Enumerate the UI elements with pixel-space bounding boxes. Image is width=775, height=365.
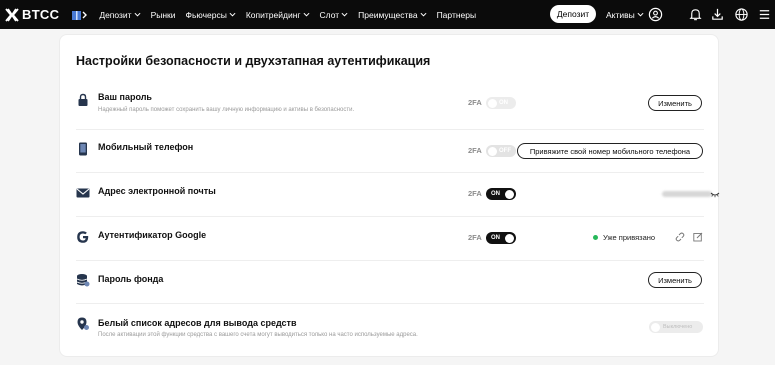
twofa-label: 2FA — [468, 233, 482, 242]
chevron-down-icon — [637, 12, 644, 17]
row-title: Адрес электронной почты — [98, 186, 216, 196]
menu-slot-label: Слот — [319, 9, 340, 20]
row-title: Ваш пароль — [98, 92, 152, 102]
twofa-label: 2FA — [468, 146, 482, 155]
globe-icon[interactable] — [734, 7, 749, 22]
menu-deposit[interactable]: Депозит — [99, 9, 141, 20]
security-settings-card: Настройки безопасности и двухэтапная аут… — [59, 34, 720, 357]
row-title: Пароль фонда — [98, 274, 164, 284]
assets-menu[interactable]: Активы — [606, 0, 644, 29]
promo-gift-icon[interactable] — [71, 8, 89, 22]
divider — [76, 172, 704, 173]
bind-phone-button[interactable]: Привяжите свой номер мобильного телефона — [517, 143, 703, 159]
row-title: Мобильный телефон — [98, 142, 194, 152]
divider — [76, 216, 704, 217]
twofa-label: 2FA — [468, 98, 482, 107]
user-icon[interactable] — [648, 7, 663, 22]
status-badge: Уже привязано — [593, 233, 655, 242]
chevron-down-icon — [420, 12, 427, 17]
download-icon[interactable] — [710, 7, 725, 22]
chevron-down-icon — [134, 12, 141, 17]
mail-icon — [76, 188, 90, 198]
edit-icon[interactable] — [693, 232, 703, 242]
chevron-down-icon — [341, 12, 348, 17]
menu-copytrading-label: Копитрейдинг — [245, 9, 301, 20]
divider — [76, 260, 704, 261]
row-title: Аутентификатор Google — [98, 230, 207, 240]
menu-advantages[interactable]: Преимущества — [358, 9, 427, 20]
logo-text: BTCC — [22, 7, 60, 22]
masked-email-value — [662, 191, 712, 197]
chevron-down-icon — [303, 12, 309, 17]
toggle-knob — [651, 322, 660, 332]
menu-partners[interactable]: Партнеры — [437, 10, 477, 20]
lock-icon — [78, 93, 88, 106]
row-title: Белый список адресов для вывода средств — [98, 318, 297, 328]
database-icon — [76, 274, 90, 287]
assets-label: Активы — [606, 9, 635, 20]
menu-partners-label: Партнеры — [436, 9, 477, 20]
phone-icon — [79, 142, 87, 156]
status-dot — [593, 235, 598, 240]
chevron-down-icon — [229, 12, 236, 17]
row-fund-password: Пароль фонда Изменить — [76, 271, 704, 303]
row-withdrawal-whitelist: Белый список адресов для вывода средств … — [76, 314, 704, 350]
toggle-label: Выключено — [663, 324, 693, 330]
row-phone: Мобильный телефон 2FA OFF Привяжите свой… — [76, 139, 704, 171]
twofa-toggle[interactable]: ON — [486, 188, 516, 200]
btcc-logo-icon — [5, 7, 19, 22]
menu-futures-label: Фьючерсы — [185, 9, 227, 20]
menu-markets-label: Рынки — [150, 9, 176, 20]
twofa-toggle[interactable]: ON — [486, 232, 516, 244]
unlink-icon[interactable] — [675, 232, 685, 242]
row-password: Ваш пароль Надежный пароль поможет сохра… — [76, 90, 704, 130]
menu-advantages-label: Преимущества — [358, 9, 418, 20]
twofa-label: 2FA — [468, 189, 482, 198]
menu-deposit-label: Депозит — [99, 9, 132, 20]
main-menu: Депозит Рынки Фьючерсы Копитрейдинг Слот… — [89, 10, 476, 20]
toggle-knob — [505, 189, 514, 199]
menu-copytrading[interactable]: Копитрейдинг — [246, 10, 310, 20]
twofa-toggle[interactable]: OFF — [486, 145, 516, 157]
logo[interactable]: BTCC — [5, 7, 59, 22]
change-fund-password-button[interactable]: Изменить — [648, 272, 702, 288]
toggle-label: ON — [491, 191, 500, 197]
toggle-knob — [505, 233, 514, 243]
top-nav: BTCC Депозит Рынки Фьючерсы Копитрейдинг… — [0, 0, 775, 29]
twofa-toggle[interactable]: ON — [486, 97, 516, 109]
location-pin-icon — [77, 317, 89, 330]
menu-markets[interactable]: Рынки — [151, 10, 176, 20]
menu-icon[interactable] — [757, 7, 772, 22]
eye-closed-icon[interactable] — [710, 189, 720, 199]
page-title: Настройки безопасности и двухэтапная аут… — [76, 54, 431, 68]
menu-slot[interactable]: Слот — [320, 10, 349, 20]
menu-futures[interactable]: Фьючерсы — [186, 10, 236, 20]
divider — [76, 303, 704, 304]
google-icon — [77, 231, 89, 243]
row-email: Адрес электронной почты 2FA ON — [76, 183, 720, 215]
toggle-label: ON — [491, 235, 500, 241]
deposit-button[interactable]: Депозит — [550, 5, 596, 23]
bell-icon[interactable] — [688, 7, 703, 22]
toggle-label: ON — [499, 100, 508, 106]
change-password-button[interactable]: Изменить — [648, 95, 702, 111]
toggle-knob — [488, 146, 497, 156]
row-description: Надежный пароль поможет сохранить вашу л… — [98, 107, 355, 113]
status-text: Уже привязано — [603, 233, 656, 242]
divider — [76, 129, 704, 130]
whitelist-toggle[interactable]: Выключено — [649, 321, 703, 333]
row-description: После активации этой функции средства с … — [98, 332, 418, 338]
toggle-knob — [488, 98, 497, 108]
row-google-auth: Аутентификатор Google 2FA ON Уже привяза… — [76, 227, 704, 259]
toggle-label: OFF — [499, 148, 511, 154]
